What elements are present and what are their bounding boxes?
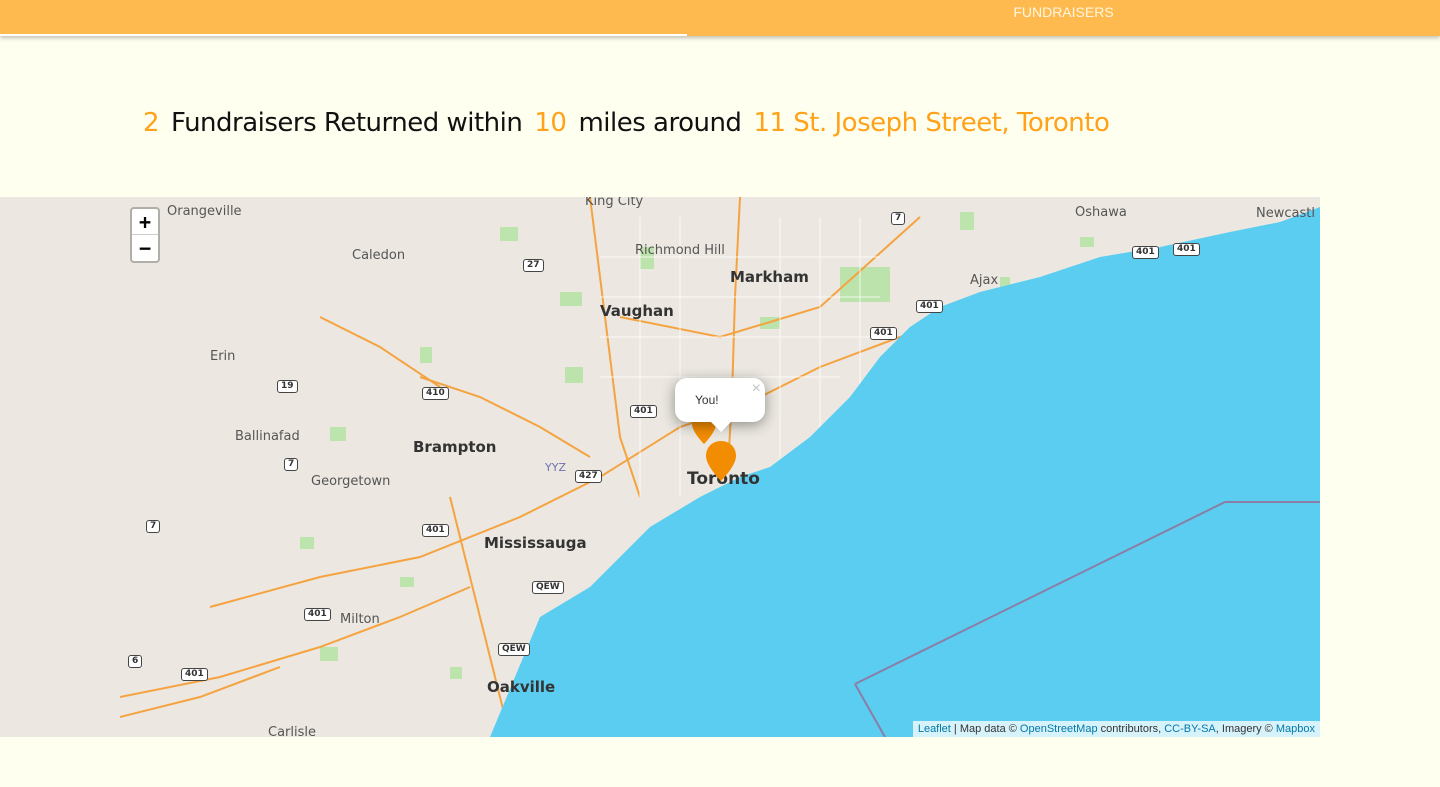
road-shield: 401 (916, 300, 943, 313)
mapbox-link[interactable]: Mapbox (1276, 723, 1315, 735)
map-label-milton: Milton (340, 612, 380, 627)
zoom-out-button[interactable]: − (132, 235, 158, 261)
map-label-king-city: King City (585, 197, 644, 209)
map-label-vaughan: Vaughan (600, 302, 674, 320)
zoom-in-button[interactable]: + (132, 209, 158, 235)
road-shield: 6 (128, 655, 143, 668)
results-headline: 2 Fundraisers Returned within 10 miles arou… (143, 108, 1110, 148)
road-shield: 7 (891, 212, 906, 225)
road-shield: 27 (523, 259, 544, 272)
map-label-brampton: Brampton (413, 438, 497, 456)
map-label-yyz: YYZ (545, 461, 566, 474)
search-address: 11 St. Joseph Street, Toronto (753, 108, 1110, 138)
road-shield: 401 (1132, 246, 1159, 259)
tab-fundraisers[interactable]: FUNDRAISERS (687, 0, 1440, 36)
map-label-georgetown: Georgetown (311, 474, 391, 489)
road-shield: QEW (498, 643, 530, 656)
map-label-oshawa: Oshawa (1075, 205, 1127, 220)
map-label-newcastle: Newcastl (1256, 206, 1315, 221)
map-label-oakville: Oakville (487, 678, 556, 696)
map-label-orangeville: Orangeville (167, 204, 242, 219)
headline-text-2: miles around (578, 108, 742, 138)
road-shield: 19 (277, 380, 298, 393)
location-popup: You! × (675, 378, 765, 432)
road-shield: 401 (304, 608, 331, 621)
road-shield: 7 (146, 520, 161, 533)
headline-text-1: Fundraisers Returned within (171, 108, 523, 138)
tab-active-indicator (0, 34, 687, 36)
map-label-ajax: Ajax (970, 273, 999, 288)
map-attribution: Leaflet | Map data © OpenStreetMap contr… (912, 721, 1320, 737)
license-link[interactable]: CC-BY-SA (1164, 723, 1216, 735)
road-shield: 427 (575, 470, 602, 483)
popup-tip (711, 422, 731, 432)
map-label-ballinafad: Ballinafad (235, 429, 300, 444)
popup-text: You! (695, 393, 719, 407)
attribution-text: contributors, (1097, 723, 1165, 735)
map-label-carlisle: Carlisle (268, 725, 316, 737)
attribution-text: , Imagery © (1215, 723, 1276, 735)
popup-close-button[interactable]: × (752, 380, 761, 398)
user-location-marker[interactable] (706, 441, 736, 481)
road-shield: 401 (630, 405, 657, 418)
road-shield: QEW (532, 581, 564, 594)
map-label-caledon: Caledon (352, 248, 406, 263)
zoom-control: + − (130, 207, 160, 263)
road-shield: 401 (181, 668, 208, 681)
attribution-text: | Map data © (950, 723, 1020, 735)
road-shield: 401 (870, 327, 897, 340)
road-shield: 7 (284, 458, 299, 471)
road-shield: 401 (422, 524, 449, 537)
map-label-markham: Markham (730, 268, 809, 286)
map-label-mississauga: Mississauga (484, 534, 587, 552)
leaflet-link[interactable]: Leaflet (918, 723, 951, 735)
openstreetmap-link[interactable]: OpenStreetMap (1020, 723, 1098, 735)
search-radius: 10 (534, 108, 567, 138)
road-shield: 401 (1173, 243, 1200, 256)
result-count: 2 (143, 108, 160, 138)
tab-bar: MAP FUNDRAISERS (0, 0, 1440, 737)
fundraiser-map[interactable]: Orangeville King City Oshawa Newcastl Ca… (120, 197, 1320, 737)
road-shield: 410 (422, 387, 449, 400)
map-label-richmond-hill: Richmond Hill (635, 243, 725, 258)
map-label-erin: Erin (210, 349, 236, 364)
